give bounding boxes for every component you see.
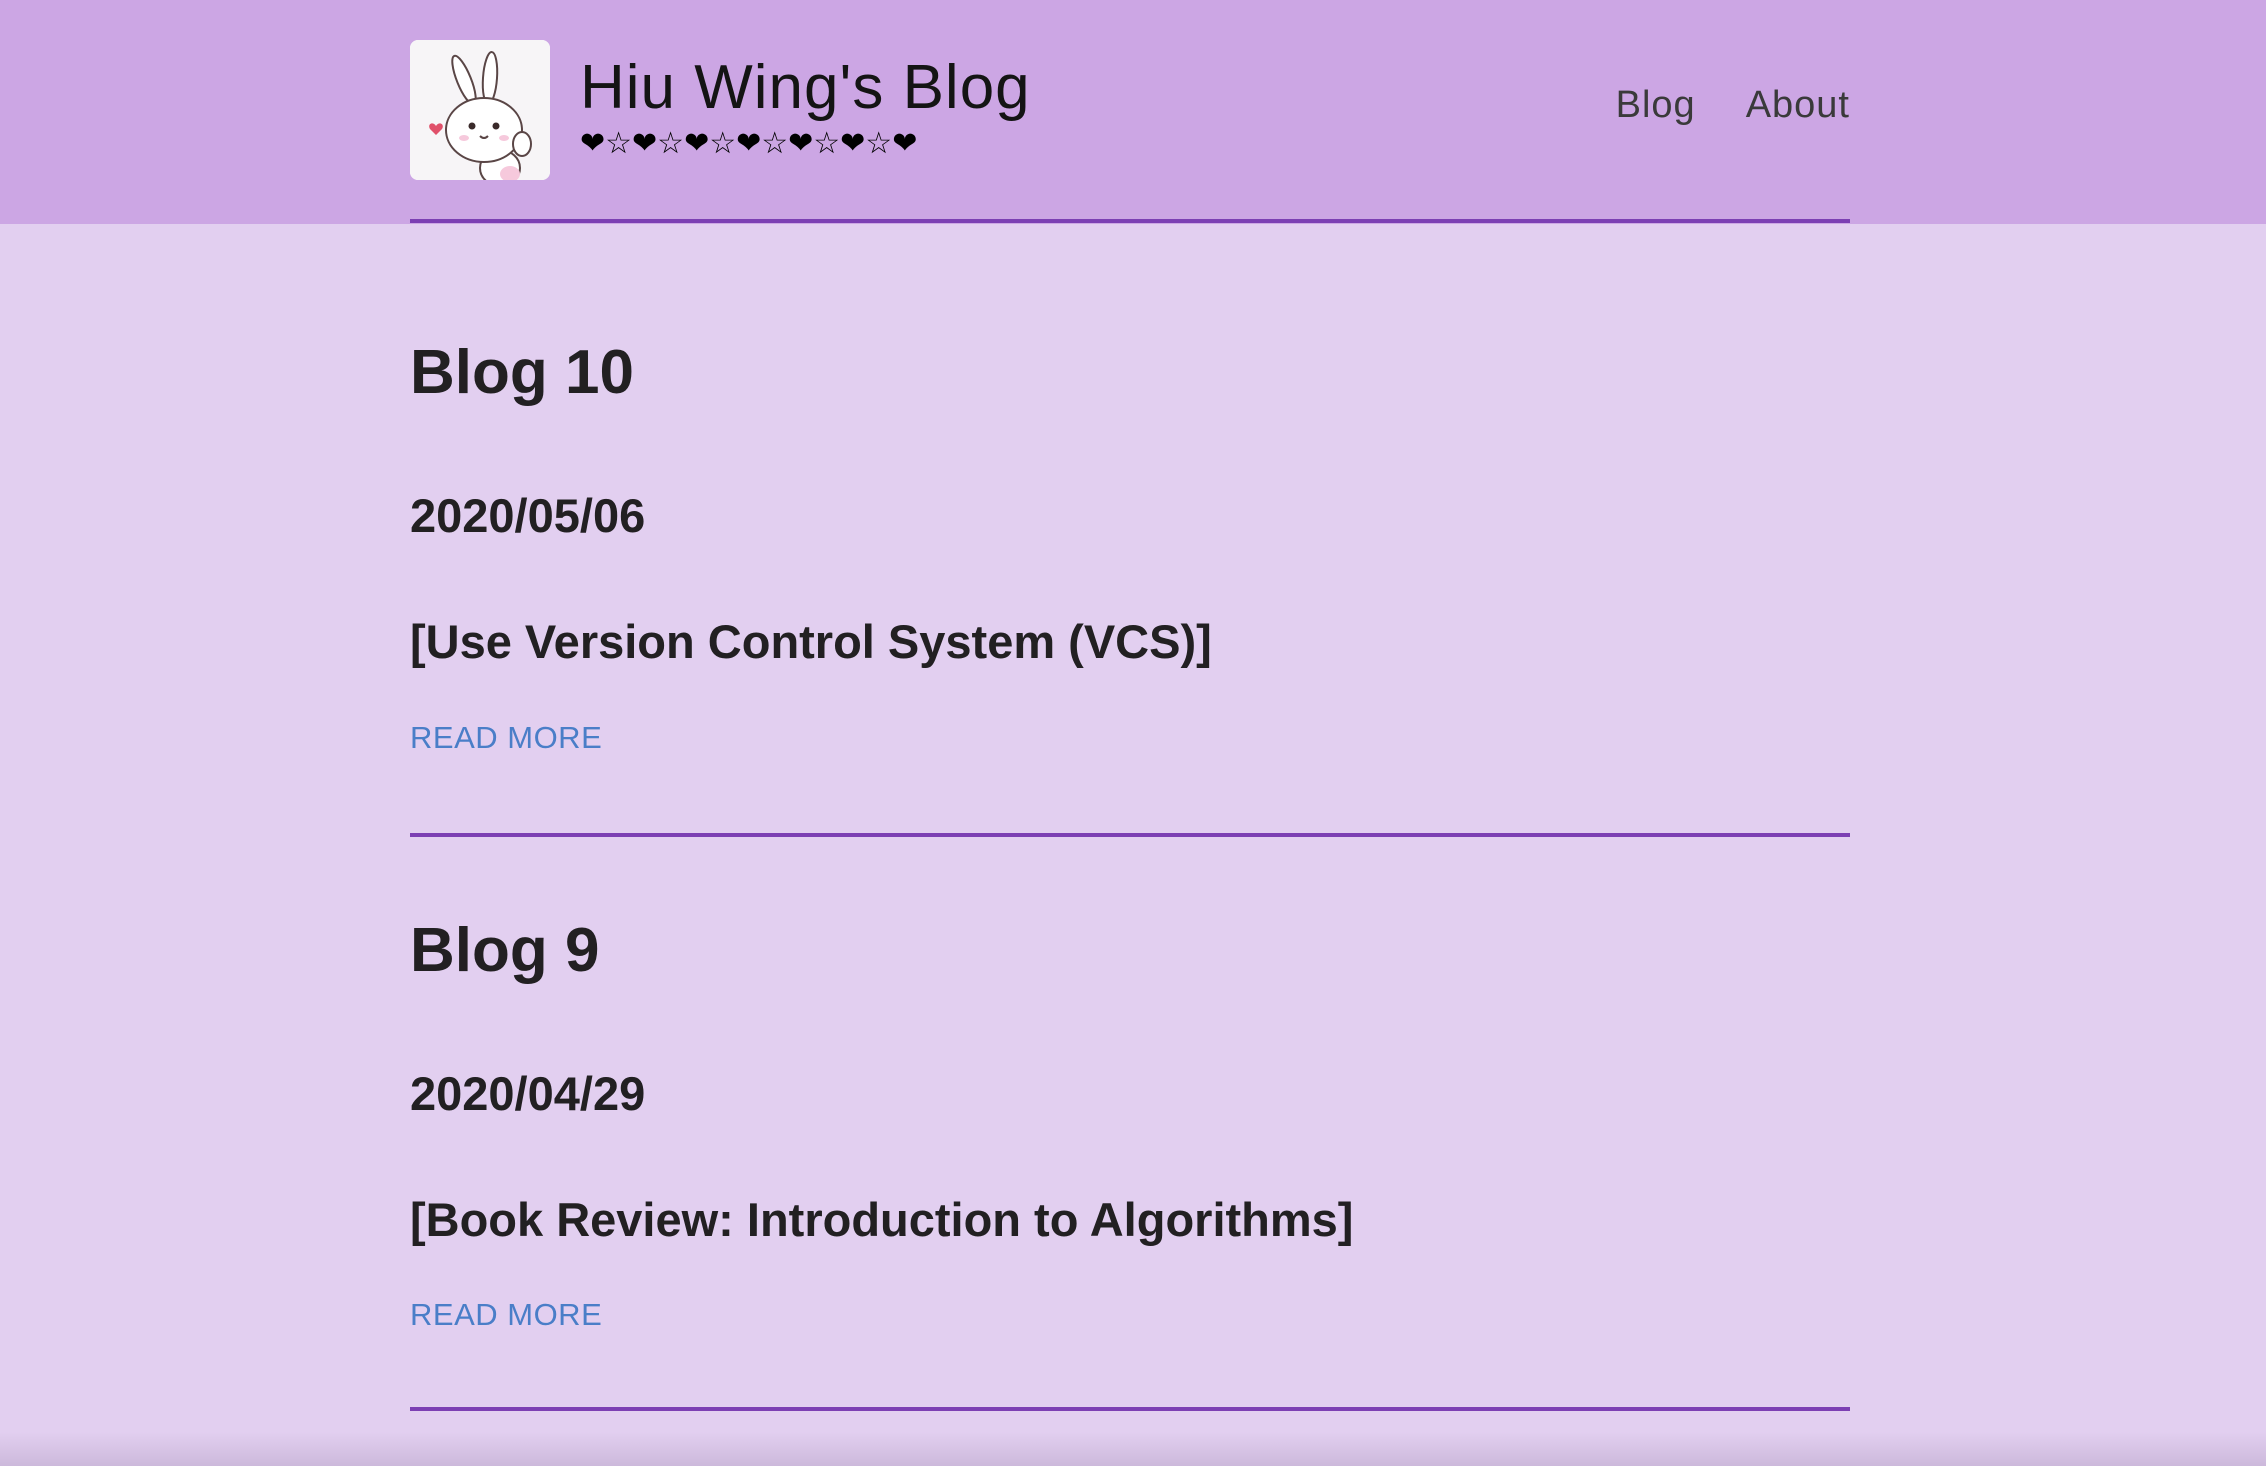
window-bottom-shadow: [0, 1432, 2266, 1466]
nav-link-about[interactable]: About: [1746, 84, 1850, 127]
post-list: Blog 10 2020/05/06 [Use Version Control …: [410, 224, 1850, 837]
header-container: Hiu Wing's Blog ❤☆❤☆❤☆❤☆❤☆❤☆❤ Blog About: [410, 0, 1850, 224]
post-title[interactable]: Blog 10: [410, 337, 634, 409]
post-date: 2020/04/29: [410, 1067, 646, 1120]
post-divider: [410, 1407, 1850, 1411]
page: Hiu Wing's Blog ❤☆❤☆❤☆❤☆❤☆❤☆❤ Blog About…: [0, 0, 2266, 1466]
post-summary: [Use Version Control System (VCS)]: [410, 615, 1212, 668]
site-header: Hiu Wing's Blog ❤☆❤☆❤☆❤☆❤☆❤☆❤ Blog About: [0, 0, 2266, 224]
post-item: Blog 10 2020/05/06 [Use Version Control …: [410, 224, 1850, 837]
nav-link-blog[interactable]: Blog: [1616, 84, 1696, 127]
post-item: Blog 9 2020/04/29 [Book Review: Introduc…: [410, 837, 1850, 1411]
site-logo[interactable]: [410, 40, 550, 180]
post-list-continued: Blog 9 2020/04/29 [Book Review: Introduc…: [410, 837, 1850, 1411]
site-title[interactable]: Hiu Wing's Blog: [580, 52, 1031, 124]
read-more-link[interactable]: READ MORE: [410, 1297, 602, 1333]
post-summary: [Book Review: Introduction to Algorithms…: [410, 1193, 1354, 1246]
site-tagline: ❤☆❤☆❤☆❤☆❤☆❤☆❤: [580, 126, 918, 161]
read-more-link[interactable]: READ MORE: [410, 720, 602, 756]
post-date: 2020/05/06: [410, 489, 646, 542]
header-divider: [410, 219, 1850, 223]
main-nav: Blog About: [1616, 84, 1850, 127]
bunny-icon: [410, 40, 550, 180]
post-title[interactable]: Blog 9: [410, 915, 599, 987]
